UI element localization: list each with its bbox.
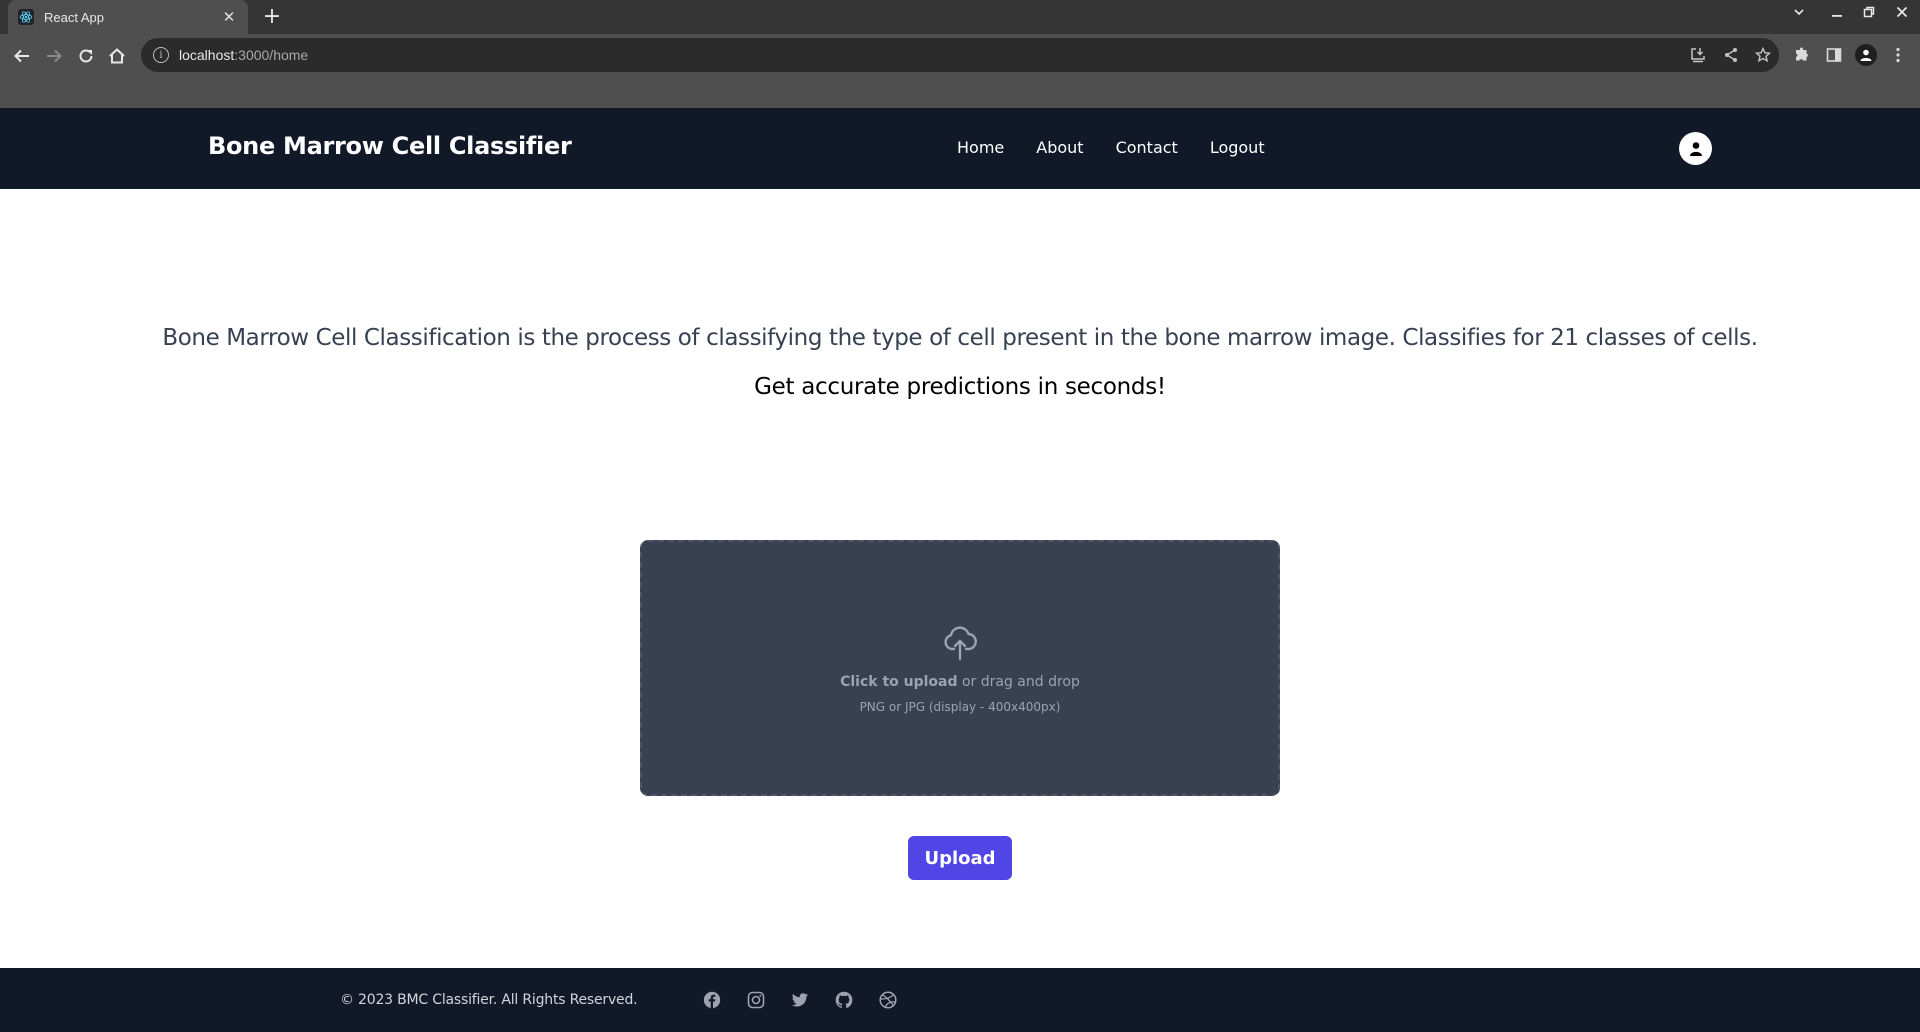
- tab-search-chevron-icon[interactable]: [1788, 6, 1810, 22]
- share-icon[interactable]: [1722, 46, 1740, 64]
- cloud-upload-icon: [940, 622, 980, 662]
- address-bar[interactable]: i localhost :3000/home: [141, 38, 1779, 72]
- footer-copyright: © 2023 BMC Classifier. All Rights Reserv…: [340, 992, 638, 1008]
- side-panel-icon[interactable]: [1822, 43, 1846, 67]
- extensions-icon[interactable]: [1790, 43, 1814, 67]
- home-icon[interactable]: [105, 44, 129, 68]
- page-tagline: Get accurate predictions in seconds!: [754, 374, 1166, 400]
- tab-close-icon[interactable]: ✕: [220, 8, 238, 26]
- back-icon[interactable]: [10, 44, 34, 68]
- window-close-icon[interactable]: [1891, 6, 1913, 22]
- footer: © 2023 BMC Classifier. All Rights Reserv…: [0, 968, 1920, 1032]
- instagram-icon[interactable]: [746, 990, 766, 1010]
- new-tab-button[interactable]: +: [260, 5, 284, 29]
- browser-menu-icon[interactable]: [1886, 43, 1910, 67]
- nav-link-logout[interactable]: Logout: [1210, 138, 1265, 157]
- nav-link-home[interactable]: Home: [957, 138, 1004, 157]
- twitter-icon[interactable]: [790, 990, 810, 1010]
- profile-icon[interactable]: [1854, 43, 1878, 67]
- url-host: localhost: [179, 47, 235, 63]
- site-info-icon[interactable]: i: [153, 47, 169, 63]
- app-navbar: Bone Marrow Cell Classifier Home About C…: [0, 108, 1920, 189]
- browser-tab-strip: React App ✕ +: [0, 0, 1920, 34]
- minimize-icon[interactable]: [1826, 6, 1848, 22]
- tab-title: React App: [44, 9, 104, 25]
- reload-icon[interactable]: [74, 44, 98, 68]
- dribbble-icon[interactable]: [878, 990, 898, 1010]
- nav-link-contact[interactable]: Contact: [1116, 138, 1178, 157]
- nav-link-about[interactable]: About: [1036, 138, 1083, 157]
- github-icon[interactable]: [834, 990, 854, 1010]
- dropzone-instructions: Click to upload or drag and drop: [840, 674, 1080, 690]
- bookmark-star-icon[interactable]: [1754, 46, 1772, 64]
- browser-toolbar: i localhost :3000/home: [0, 34, 1920, 108]
- facebook-icon[interactable]: [702, 990, 722, 1010]
- click-to-upload-text: Click to upload: [840, 674, 958, 690]
- forward-icon[interactable]: [42, 44, 66, 68]
- install-app-icon[interactable]: [1689, 46, 1707, 64]
- react-favicon-icon: [18, 9, 34, 25]
- url-path: :3000/home: [234, 47, 309, 63]
- drag-drop-text: or drag and drop: [957, 674, 1080, 690]
- restore-icon[interactable]: [1858, 6, 1880, 22]
- file-dropzone[interactable]: Click to upload or drag and drop PNG or …: [640, 540, 1280, 796]
- browser-tab[interactable]: React App ✕: [8, 0, 248, 34]
- brand-title[interactable]: Bone Marrow Cell Classifier: [208, 132, 572, 160]
- page-description: Bone Marrow Cell Classification is the p…: [162, 325, 1758, 351]
- upload-button[interactable]: Upload: [908, 836, 1012, 880]
- nav-links: Home About Contact Logout: [957, 138, 1265, 157]
- user-avatar-icon[interactable]: [1679, 132, 1712, 165]
- dropzone-file-hint: PNG or JPG (display - 400x400px): [859, 700, 1061, 714]
